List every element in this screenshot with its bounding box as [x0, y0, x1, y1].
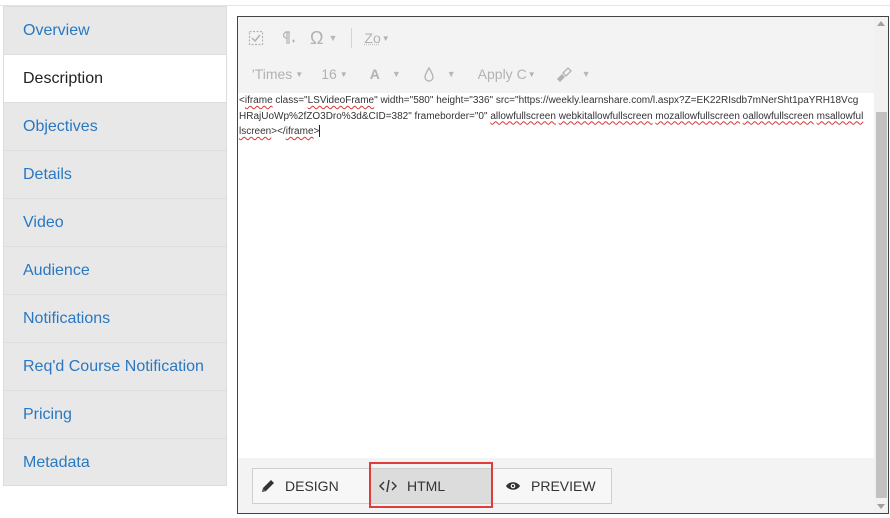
sidebar-item-video[interactable]: Video	[4, 199, 226, 247]
sidebar-item-metadata[interactable]: Metadata	[4, 439, 226, 487]
sidebar-nav: Overview Description Objectives Details …	[3, 6, 227, 486]
chevron-down-icon: ▼	[391, 69, 401, 79]
toolbar-separator	[351, 28, 353, 48]
preview-mode-button[interactable]: PREVIEW	[499, 469, 611, 503]
html-mode-button[interactable]: HTML	[371, 469, 493, 503]
code-icon	[371, 479, 397, 493]
zoom-dropdown[interactable]: Zo ▼	[364, 30, 389, 46]
font-family-dropdown[interactable]: 'Times ▼	[252, 66, 303, 82]
font-color-button[interactable]: A ▼	[370, 66, 401, 82]
font-size-dropdown[interactable]: 16 ▼	[321, 66, 348, 82]
sidebar-item-notifications[interactable]: Notifications	[4, 295, 226, 343]
apply-css-dropdown[interactable]: Apply C ▼	[478, 66, 536, 82]
toolbar-row-1: Ω ▼ Zo ▼	[238, 19, 884, 57]
chevron-down-icon: ▼	[527, 69, 536, 79]
select-all-button[interactable]	[248, 30, 264, 46]
background-color-icon	[424, 66, 434, 82]
editor-toolbar: Ω ▼ Zo ▼ 'Times ▼ 16 ▼ A ▼ ▼ Apply C ▼ ▼	[238, 17, 874, 93]
format-stripper-icon	[556, 67, 572, 82]
chevron-down-icon: ▼	[339, 69, 348, 79]
scroll-up-icon[interactable]	[877, 21, 885, 26]
sidebar-item-audience[interactable]: Audience	[4, 247, 226, 295]
sidebar-item-objectives[interactable]: Objectives	[4, 103, 226, 151]
chevron-down-icon: ▼	[581, 69, 591, 79]
design-mode-button[interactable]: DESIGN	[261, 469, 371, 503]
scrollbar-thumb[interactable]	[876, 112, 887, 498]
select-all-icon	[248, 30, 264, 46]
eye-icon	[499, 480, 521, 492]
chevron-down-icon: ▼	[446, 69, 456, 79]
sidebar-item-description[interactable]: Description	[4, 55, 226, 103]
sidebar-item-details[interactable]: Details	[4, 151, 226, 199]
sidebar-item-pricing[interactable]: Pricing	[4, 391, 226, 439]
sidebar-item-reqd-course-notification[interactable]: Req'd Course Notification	[4, 343, 226, 391]
rich-text-editor: Ω ▼ Zo ▼ 'Times ▼ 16 ▼ A ▼ ▼ Apply C ▼ ▼…	[237, 16, 889, 514]
sidebar-item-overview[interactable]: Overview	[4, 7, 226, 55]
scroll-down-icon[interactable]	[877, 504, 885, 509]
omega-icon: Ω	[310, 27, 324, 48]
chevron-down-icon: ▼	[295, 69, 304, 79]
font-color-icon: A	[369, 66, 380, 82]
text-cursor	[319, 125, 321, 138]
paragraph-button[interactable]	[278, 30, 296, 46]
mode-switcher: DESIGN HTML PREVIEW	[252, 468, 612, 504]
editor-mode-bar: DESIGN HTML PREVIEW	[238, 458, 874, 513]
pencil-icon	[261, 479, 275, 493]
html-source-textarea[interactable]: <iframe class="LSVideoFrame" width="580"…	[239, 93, 865, 140]
paragraph-icon	[283, 31, 295, 44]
chevron-down-icon: ▼	[328, 33, 338, 43]
insert-symbol-button[interactable]: Ω ▼	[310, 28, 337, 49]
editor-scrollbar[interactable]	[874, 17, 888, 513]
background-color-button[interactable]: ▼	[423, 66, 456, 82]
toolbar-row-2: 'Times ▼ 16 ▼ A ▼ ▼ Apply C ▼ ▼	[238, 55, 888, 93]
chevron-down-icon: ▼	[381, 33, 390, 43]
format-stripper-button[interactable]: ▼	[554, 66, 591, 82]
